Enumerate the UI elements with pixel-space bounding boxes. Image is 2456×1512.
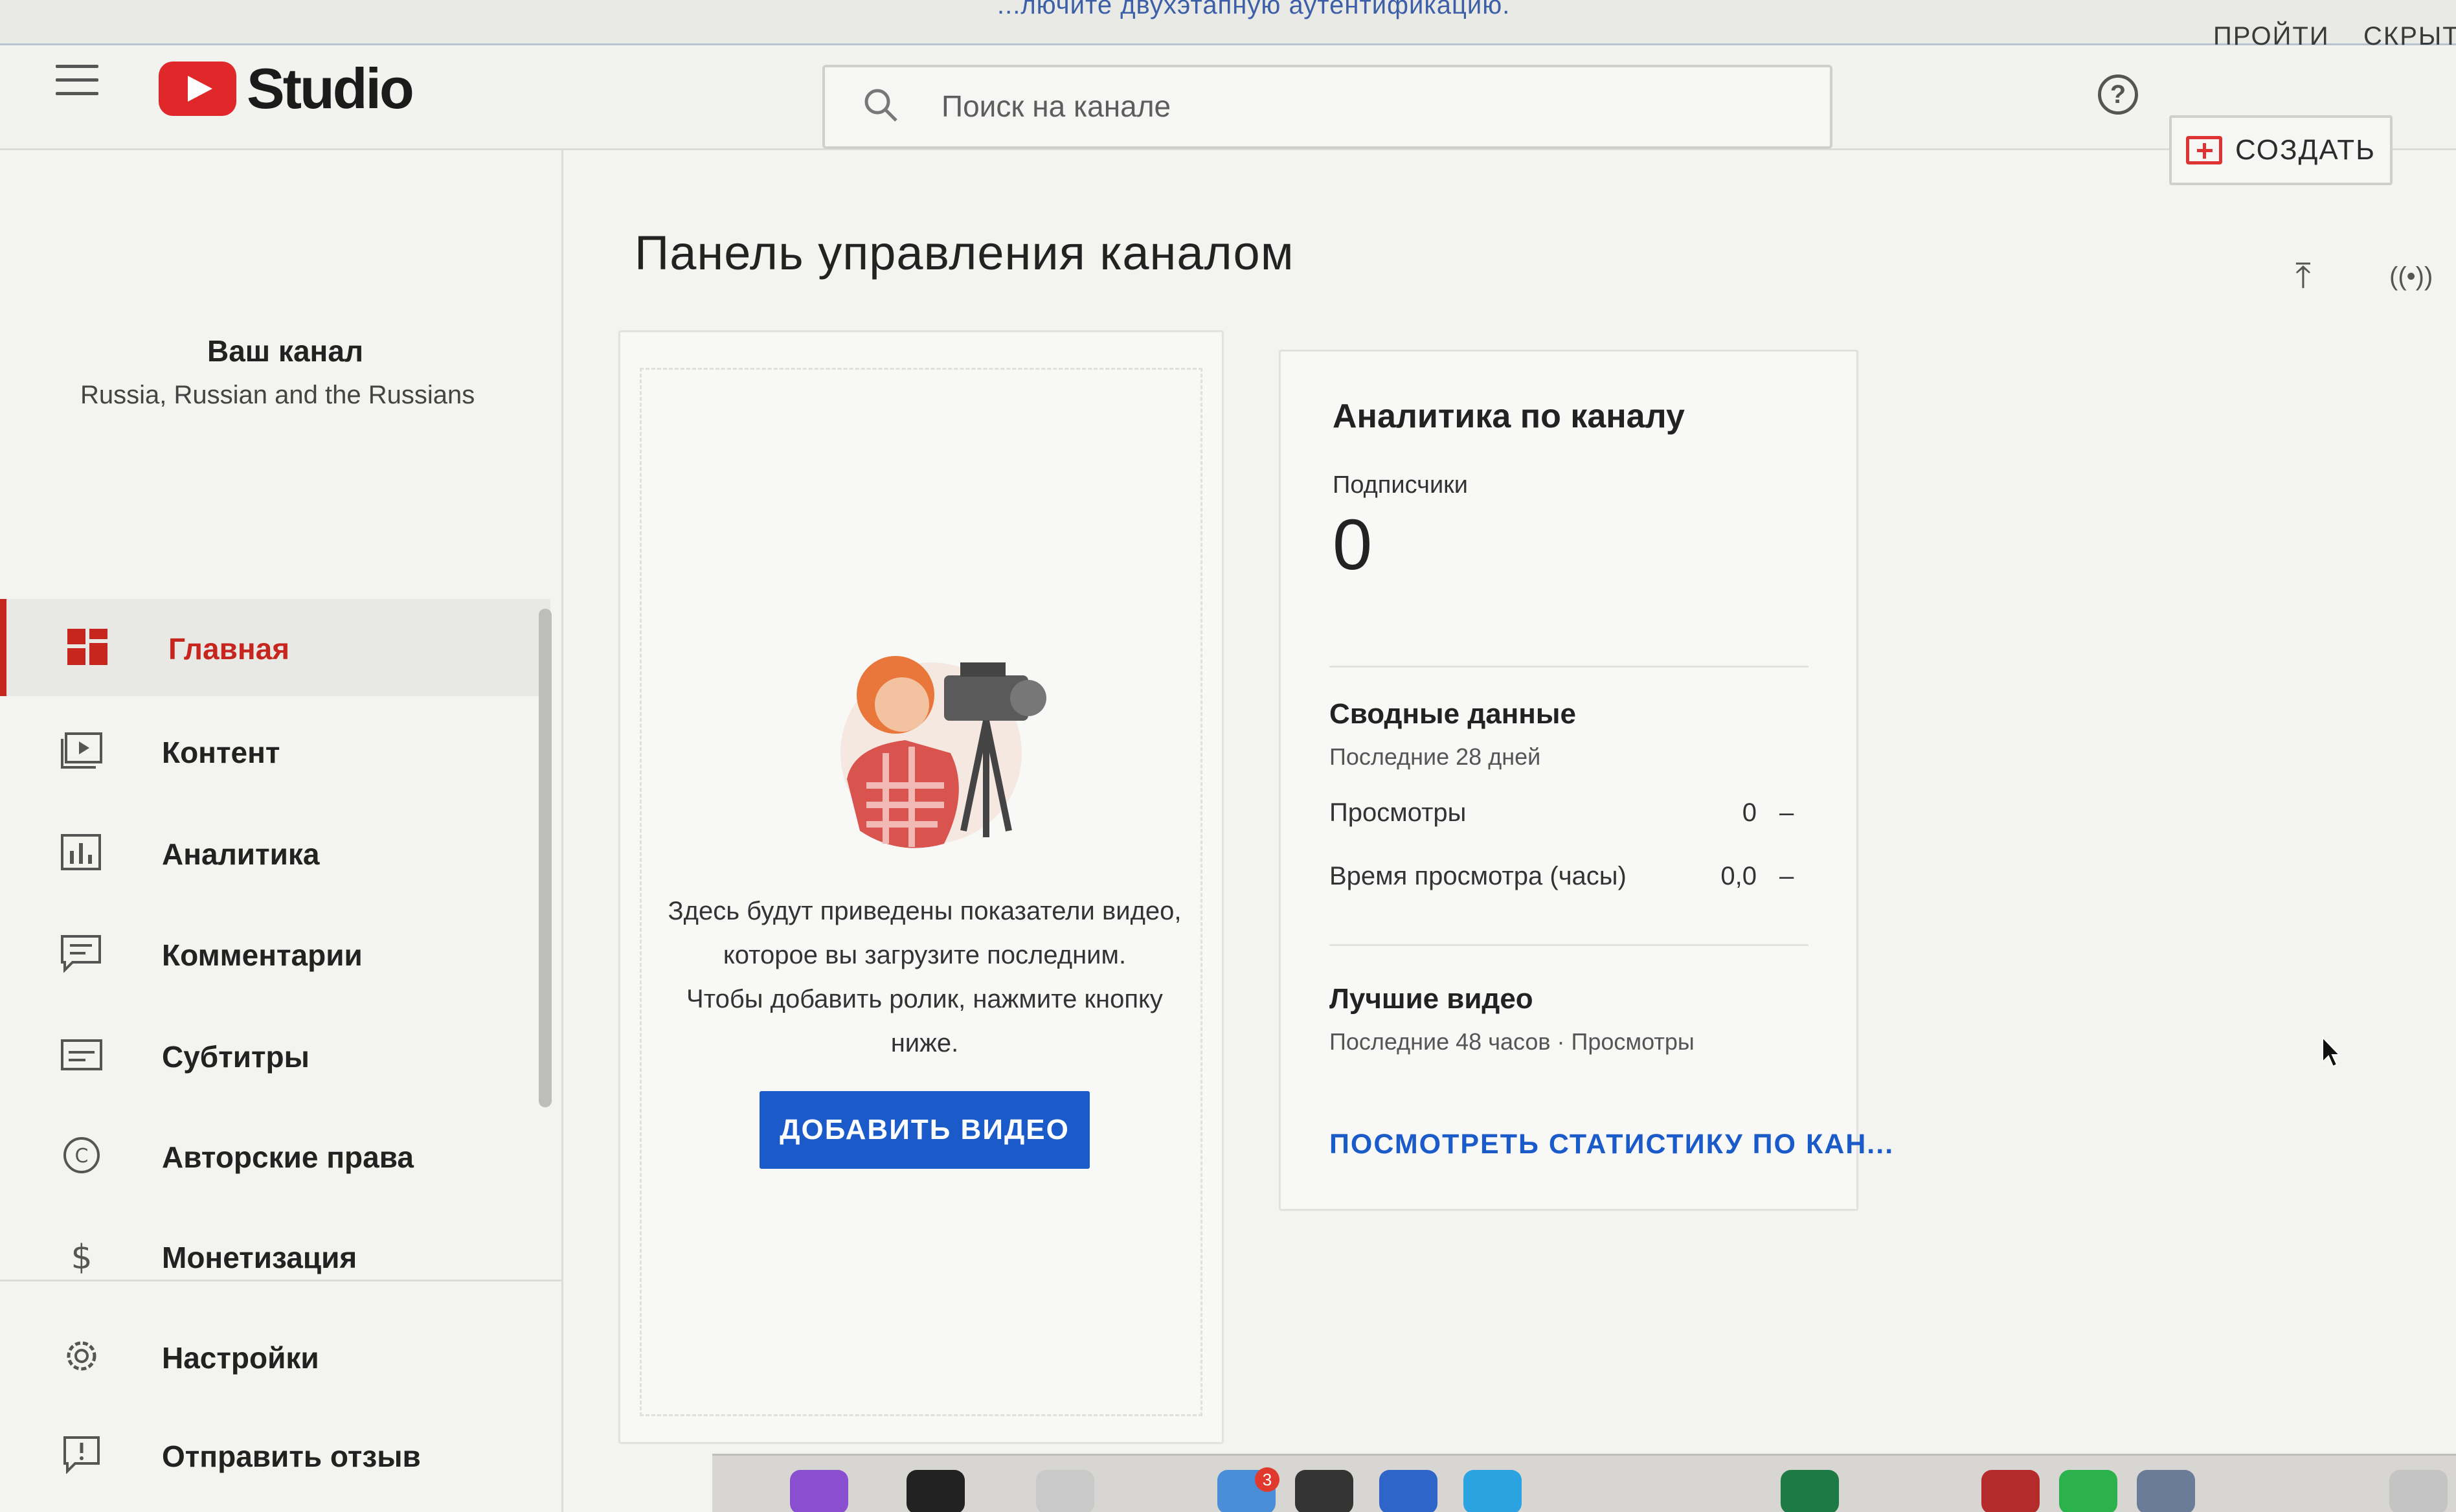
sidebar-item-settings[interactable]: Настройки xyxy=(0,1308,550,1405)
dashboard-icon xyxy=(67,629,107,665)
comments-icon xyxy=(61,935,101,973)
sidebar-item-label: Отправить отзыв xyxy=(162,1439,421,1473)
create-video-icon xyxy=(2185,136,2222,164)
monetization-icon: $ xyxy=(71,1238,92,1275)
summary-title: Сводные данные xyxy=(1329,698,1576,730)
sidebar-item-label: Комментарии xyxy=(162,938,363,972)
watchtime-label: Время просмотра (часы) xyxy=(1329,862,1627,890)
sidebar-item-label: Субтитры xyxy=(162,1040,310,1074)
analytics-title: Аналитика по каналу xyxy=(1333,398,1685,435)
menu-icon[interactable] xyxy=(56,65,98,97)
search-bar[interactable] xyxy=(822,65,1832,149)
feedback-icon xyxy=(63,1436,100,1474)
dock-app-icon[interactable] xyxy=(1295,1470,1353,1512)
logo-text: Studio xyxy=(247,56,414,120)
sidebar-item-label: Монетизация xyxy=(162,1241,357,1274)
dictionary-icon[interactable] xyxy=(1981,1470,2040,1512)
copyright-icon: C xyxy=(63,1137,100,1173)
subscribers-label: Подписчики xyxy=(1333,471,1469,499)
dock-app-icon[interactable] xyxy=(1379,1470,1437,1512)
search-input[interactable] xyxy=(941,87,1783,126)
notification-badge: 3 xyxy=(1255,1467,1279,1492)
top-videos-period: Последние 48 часов · Просмотры xyxy=(1329,1028,1695,1055)
upload-icon[interactable]: ⤒ xyxy=(2295,256,2311,297)
channel-name[interactable]: Russia, Russian and the Russians xyxy=(80,381,475,410)
sidebar-item-analytics[interactable]: Аналитика xyxy=(0,804,550,901)
youtube-logo-icon xyxy=(159,62,236,116)
banner-message: ...лючите двухэтапную аутентификацию. xyxy=(997,0,1511,19)
sidebar-item-subtitles[interactable]: Субтитры xyxy=(0,1007,550,1104)
content-icon xyxy=(61,732,102,769)
live-icon[interactable]: ((•)) xyxy=(2389,262,2433,291)
studio-logo[interactable]: Studio xyxy=(159,56,414,122)
sidebar-item-label: Главная xyxy=(168,632,290,666)
latest-video-card: Здесь будут приведены показатели видео, … xyxy=(618,330,1224,1444)
dock-app-icon[interactable] xyxy=(2137,1470,2195,1512)
studio-header: Studio xyxy=(0,47,2456,150)
top-videos-title: Лучшие видео xyxy=(1329,983,1533,1015)
dock-app-icon[interactable] xyxy=(907,1470,965,1512)
sidebar-item-label: Контент xyxy=(162,736,280,769)
sidebar-divider xyxy=(0,1280,563,1281)
help-icon[interactable]: ? xyxy=(2098,74,2138,115)
subscribers-count: 0 xyxy=(1333,505,1373,585)
security-banner: ...лючите двухэтапную аутентификацию. ПР… xyxy=(0,0,2456,51)
svg-text:$: $ xyxy=(71,1238,92,1275)
view-channel-stats-link[interactable]: ПОСМОТРЕТЬ СТАТИСТИКУ ПО КАН... xyxy=(1329,1129,1894,1160)
sidebar-item-content[interactable]: Контент xyxy=(0,703,550,800)
analytics-icon xyxy=(61,834,101,870)
dock-app-icon[interactable] xyxy=(790,1470,848,1512)
channel-analytics-card: Аналитика по каналу Подписчики 0 Сводные… xyxy=(1279,350,1893,1211)
svg-text:C: C xyxy=(75,1145,89,1168)
camera-operator-illustration xyxy=(840,656,1046,848)
macos-dock: 3 xyxy=(712,1454,2456,1512)
settings-icon xyxy=(67,1341,96,1371)
create-label: СОЗДАТЬ xyxy=(2235,134,2376,166)
channel-title: Ваш канал xyxy=(207,334,364,368)
whatsapp-icon[interactable] xyxy=(2059,1470,2117,1512)
subtitles-icon xyxy=(61,1039,102,1070)
sidebar-item-copyright[interactable]: C Авторские права xyxy=(0,1107,550,1204)
sidebar-item-feedback[interactable]: Отправить отзыв xyxy=(0,1406,550,1504)
sidebar-item-monetization[interactable]: $ Монетизация xyxy=(0,1208,550,1305)
mouse-cursor-icon xyxy=(2322,1036,2341,1068)
dock-app-icon[interactable]: 3 xyxy=(1217,1467,1279,1512)
watchtime-value: 0,0 xyxy=(1720,862,1757,890)
create-button[interactable]: СОЗДАТЬ xyxy=(2169,115,2393,185)
analytics-divider xyxy=(1329,944,1808,946)
analytics-divider xyxy=(1329,666,1808,668)
dock-app-icon[interactable] xyxy=(1036,1470,1094,1512)
trash-icon[interactable] xyxy=(2389,1470,2448,1512)
sidebar-item-label: Авторские права xyxy=(162,1140,414,1174)
sidebar-item-dashboard[interactable]: Главная xyxy=(0,599,550,696)
empty-state-text: Здесь будут приведены показатели видео, … xyxy=(668,897,1182,1057)
page-title: Панель управления каналом xyxy=(635,226,1294,280)
telegram-icon[interactable] xyxy=(1463,1470,1522,1512)
sidebar-scrollbar[interactable] xyxy=(539,609,552,1107)
views-value: 0 xyxy=(1742,798,1757,827)
search-icon xyxy=(864,89,897,122)
sidebar-item-label: Настройки xyxy=(162,1341,319,1375)
summary-period: Последние 28 дней xyxy=(1329,743,1541,770)
views-trend: – xyxy=(1779,798,1794,827)
sidebar-item-label: Аналитика xyxy=(162,837,320,871)
watchtime-trend: – xyxy=(1779,862,1794,890)
excel-icon[interactable] xyxy=(1781,1470,1839,1512)
add-video-button[interactable]: ДОБАВИТЬ ВИДЕО xyxy=(760,1091,1090,1169)
sidebar-item-comments[interactable]: Комментарии xyxy=(0,905,550,1002)
views-label: Просмотры xyxy=(1329,798,1467,827)
